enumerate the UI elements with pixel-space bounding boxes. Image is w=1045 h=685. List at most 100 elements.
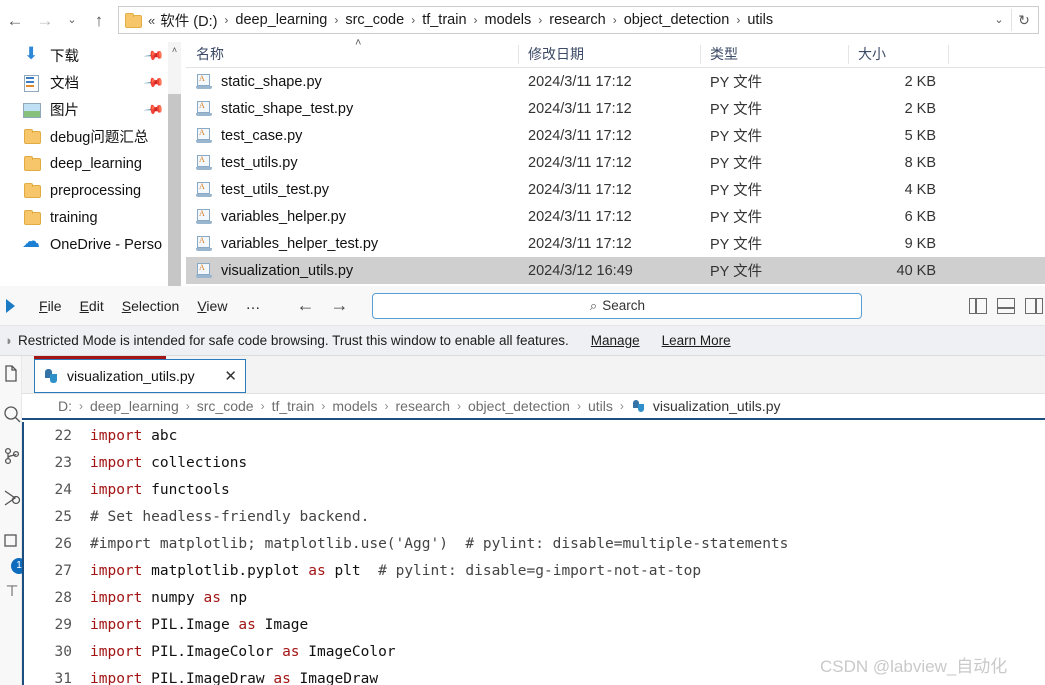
explorer-address-bar: ← → ⌄ ↑ « 软件 (D:) › deep_learning › src_…	[0, 0, 1045, 40]
breadcrumb-sep-4[interactable]: ›	[532, 13, 548, 27]
close-icon[interactable]: ✕	[224, 367, 237, 385]
file-type: PY 文件	[710, 210, 763, 226]
nav-item-downloads[interactable]: 下载 📌	[0, 42, 186, 69]
table-row[interactable]: variables_helper.py 2024/3/11 17:12 PY 文…	[186, 203, 1045, 230]
nav-item-preprocessing[interactable]: preprocessing	[0, 177, 186, 204]
search-icon[interactable]	[2, 404, 22, 426]
recent-locations-button[interactable]: ⌄	[60, 5, 84, 35]
table-row-selected[interactable]: visualization_utils.py 2024/3/12 16:49 P…	[186, 257, 1045, 284]
menu-view[interactable]: View	[188, 295, 236, 317]
manage-link[interactable]: Manage	[591, 333, 640, 348]
testing-icon[interactable]: ⊤	[2, 582, 22, 604]
line-number: 28	[54, 589, 72, 606]
nav-item-documents[interactable]: 文档 📌	[0, 69, 186, 96]
code-text: import PIL.ImageDraw as ImageDraw	[90, 670, 379, 685]
forward-button[interactable]: →	[30, 5, 60, 35]
breadcrumb-sep-1[interactable]: ›	[328, 13, 344, 27]
file-type: PY 文件	[710, 129, 763, 145]
refresh-icon[interactable]: ↻	[1012, 5, 1036, 35]
breadcrumb-item-7[interactable]: utils	[746, 12, 774, 28]
table-row[interactable]: test_utils.py 2024/3/11 17:12 PY 文件 8 KB	[186, 149, 1045, 176]
toggle-panel-icon[interactable]	[997, 297, 1015, 314]
nav-item-label: 下载	[50, 49, 79, 65]
menu-selection[interactable]: Selection	[113, 295, 189, 317]
table-row[interactable]: test_case.py 2024/3/11 17:12 PY 文件 5 KB	[186, 122, 1045, 149]
address-dropdown-icon[interactable]: ⌄	[987, 5, 1011, 35]
code-editor[interactable]: 22 import abc 23 import collections 24 import…	[22, 422, 1045, 685]
code-line[interactable]: 22 import abc	[24, 422, 1045, 449]
back-button[interactable]: ←	[0, 5, 30, 35]
breadcrumb-item-3[interactable]: tf_train	[421, 12, 467, 28]
code-line[interactable]: 26 #import matplotlib; matplotlib.use('Ag…	[24, 530, 1045, 557]
nav-item-training[interactable]: training	[0, 204, 186, 231]
code-line[interactable]: 25 # Set headless-friendly backend.	[24, 503, 1045, 530]
file-size: 2 KB	[904, 100, 936, 117]
breadcrumb-item-2[interactable]: src_code	[344, 12, 405, 28]
source-control-icon[interactable]	[2, 446, 22, 468]
breadcrumb-file[interactable]: visualization_utils.py	[653, 398, 781, 414]
menu-more[interactable]: …	[236, 296, 270, 316]
toggle-primary-sidebar-icon[interactable]	[969, 297, 987, 314]
nav-item-debug[interactable]: debug问题汇总	[0, 123, 186, 150]
breadcrumb-item-4[interactable]: models	[332, 398, 377, 414]
restricted-mode-banner: ◗ Restricted Mode is intended for safe c…	[0, 326, 1045, 356]
address-box[interactable]: « 软件 (D:) › deep_learning › src_code › t…	[118, 6, 1039, 34]
learn-more-link[interactable]: Learn More	[662, 333, 731, 348]
nav-item-deep-learning[interactable]: deep_learning	[0, 150, 186, 177]
breadcrumb-sep-0[interactable]: ›	[218, 13, 234, 27]
breadcrumb-item-0[interactable]: 软件 (D:)	[159, 10, 218, 31]
go-forward-icon[interactable]: →	[322, 295, 356, 316]
breadcrumb-item-3[interactable]: tf_train	[272, 398, 315, 414]
explorer-nav-pane: 下载 📌 文档 📌 图片 📌 debug问题汇总 deep_learning	[0, 42, 186, 286]
up-button[interactable]: ↑	[84, 5, 114, 35]
column-header-type[interactable]: 类型	[700, 42, 848, 67]
breadcrumb-sep-5[interactable]: ›	[607, 13, 623, 27]
breadcrumb-sep-2[interactable]: ›	[405, 13, 421, 27]
breadcrumb-item-5[interactable]: research	[548, 12, 606, 28]
breadcrumb-item-1[interactable]: deep_learning	[234, 12, 328, 28]
column-header-name[interactable]: 名称	[186, 42, 518, 67]
nav-item-onedrive[interactable]: OneDrive - Perso	[0, 231, 186, 258]
toggle-secondary-sidebar-icon[interactable]	[1025, 297, 1043, 314]
breadcrumb[interactable]: « 软件 (D:) › deep_learning › src_code › t…	[146, 10, 987, 31]
file-date: 2024/3/11 17:12	[528, 181, 632, 198]
editor-breadcrumb: D: › deep_learning › src_code › tf_train…	[22, 394, 1045, 420]
explorer-icon[interactable]	[2, 364, 22, 386]
editor-tab-bar: visualization_utils.py ✕	[22, 356, 1045, 394]
nav-item-pictures[interactable]: 图片 📌	[0, 96, 186, 123]
breadcrumb-item-2[interactable]: src_code	[197, 398, 254, 414]
breadcrumb-sep-6[interactable]: ›	[730, 13, 746, 27]
code-line[interactable]: 29 import PIL.Image as Image	[24, 611, 1045, 638]
command-center-search[interactable]: ⌕ Search	[372, 292, 863, 319]
extensions-icon[interactable]: 1	[2, 532, 27, 574]
scrollbar-thumb[interactable]	[168, 94, 181, 286]
code-line[interactable]: 24 import functools	[24, 476, 1045, 503]
table-row[interactable]: variables_helper_test.py 2024/3/11 17:12…	[186, 230, 1045, 257]
run-and-debug-icon[interactable]	[2, 488, 22, 510]
code-line[interactable]: 28 import numpy as np	[24, 584, 1045, 611]
breadcrumb-item-5[interactable]: research	[396, 398, 450, 414]
breadcrumb-item-7[interactable]: utils	[588, 398, 613, 414]
breadcrumb-item-0[interactable]: D:	[58, 398, 72, 414]
breadcrumb-item-1[interactable]: deep_learning	[90, 398, 179, 414]
breadcrumb-sep-3[interactable]: ›	[468, 13, 484, 27]
nav-pane-scrollbar[interactable]: ˄	[168, 42, 181, 286]
breadcrumb-overflow[interactable]: «	[146, 13, 159, 28]
file-size: 40 KB	[896, 262, 937, 279]
table-row[interactable]: static_shape_test.py 2024/3/11 17:12 PY …	[186, 95, 1045, 122]
table-row[interactable]: test_utils_test.py 2024/3/11 17:12 PY 文件…	[186, 176, 1045, 203]
code-line[interactable]: 27 import matplotlib.pyplot as plt # pyli…	[24, 557, 1045, 584]
menu-edit[interactable]: Edit	[71, 295, 113, 317]
menu-file[interactable]: File	[30, 295, 71, 317]
table-row[interactable]: static_shape.py 2024/3/11 17:12 PY 文件 2 …	[186, 68, 1045, 95]
scroll-up-icon[interactable]: ˄	[168, 42, 181, 58]
tab-visualization-utils[interactable]: visualization_utils.py ✕	[34, 359, 246, 393]
breadcrumb-item-4[interactable]: models	[484, 12, 533, 28]
breadcrumb-item-6[interactable]: object_detection	[468, 398, 570, 414]
column-header-date[interactable]: 修改日期	[518, 42, 700, 67]
go-back-icon[interactable]: ←	[288, 295, 322, 316]
column-header-size[interactable]: 大小	[848, 42, 948, 67]
code-line[interactable]: 23 import collections	[24, 449, 1045, 476]
line-number: 26	[54, 535, 72, 552]
breadcrumb-item-6[interactable]: object_detection	[623, 12, 731, 28]
